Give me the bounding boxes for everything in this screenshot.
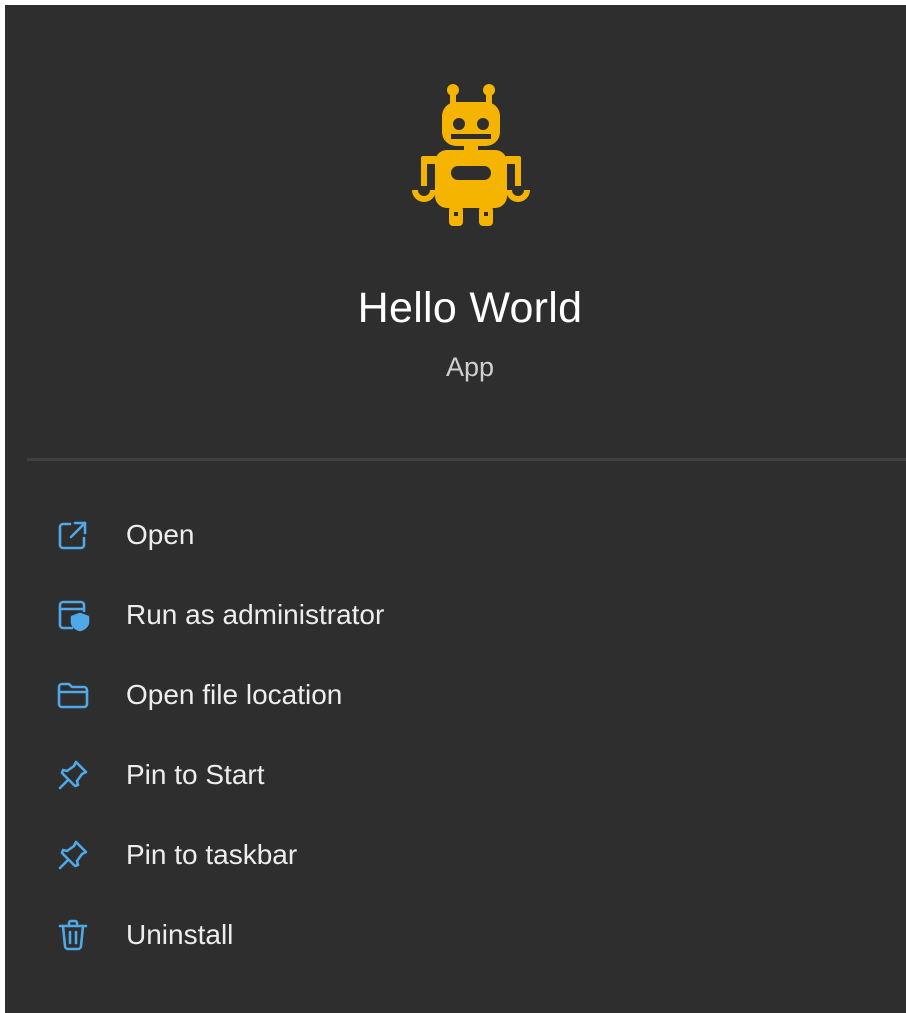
trash-icon xyxy=(53,915,93,955)
menu-item-uninstall-label: Uninstall xyxy=(126,919,234,950)
pin-icon xyxy=(53,835,93,875)
menu-item-open-label: Open xyxy=(126,519,195,550)
menu-item-pin-to-taskbar-label: Pin to taskbar xyxy=(126,839,298,870)
menu-item-open-file-location[interactable]: Open file location xyxy=(5,655,906,735)
menu-item-open[interactable]: Open xyxy=(5,495,906,575)
run-as-admin-icon xyxy=(53,595,93,635)
app-title: Hello World xyxy=(357,284,583,332)
robot-icon xyxy=(412,84,530,226)
divider xyxy=(27,458,906,461)
menu-item-run-as-admin-label: Run as administrator xyxy=(126,599,385,630)
menu-item-open-file-location-label: Open file location xyxy=(126,679,343,710)
open-external-icon xyxy=(53,515,93,555)
menu-item-pin-to-start-label: Pin to Start xyxy=(126,759,265,790)
app-subtitle: App xyxy=(445,352,495,382)
menu-item-pin-to-start[interactable]: Pin to Start xyxy=(5,735,906,815)
menu-item-uninstall[interactable]: Uninstall xyxy=(5,895,906,975)
context-menu: Open Run as administrator Open file loca… xyxy=(5,495,906,975)
menu-item-run-as-admin[interactable]: Run as administrator xyxy=(5,575,906,655)
folder-icon xyxy=(53,675,93,715)
menu-item-pin-to-taskbar[interactable]: Pin to taskbar xyxy=(5,815,906,895)
pin-icon xyxy=(53,755,93,795)
app-context-panel: Hello World App Open Run as administrato… xyxy=(5,5,906,1013)
